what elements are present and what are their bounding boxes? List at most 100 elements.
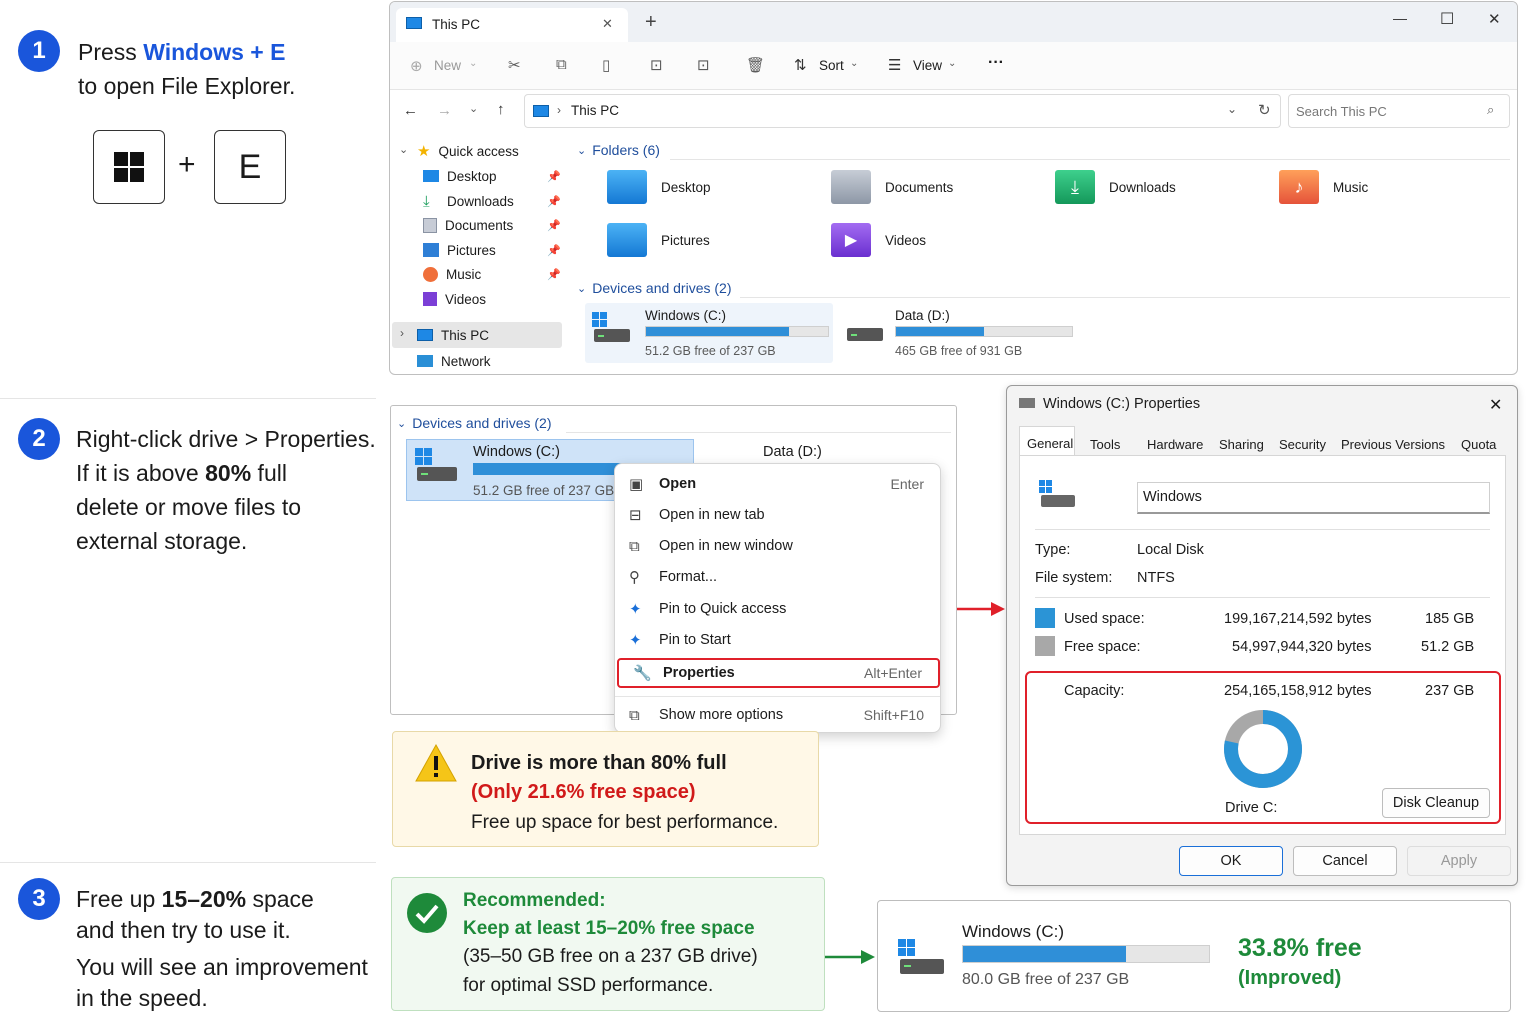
drive-c-icon <box>592 312 632 344</box>
rename-icon[interactable]: ⊡ <box>650 56 663 74</box>
nav-pictures-label: Pictures <box>447 242 496 258</box>
step-3-range: 15–20% <box>161 886 247 912</box>
address-bar[interactable]: › This PC ⌄ ↻ <box>524 94 1281 128</box>
nav-music-label: Music <box>446 266 482 282</box>
nav-desktop[interactable]: Desktop <box>423 165 497 187</box>
pin-icon[interactable]: 📌 <box>547 219 561 232</box>
share-icon[interactable]: ⊡ <box>697 56 710 74</box>
result-free: 80.0 GB free of 237 GB <box>962 971 1130 988</box>
back-arrow-icon[interactable]: ← <box>403 102 418 119</box>
tab-security[interactable]: Security <box>1279 437 1326 452</box>
tab-general[interactable]: General <box>1027 436 1073 451</box>
apply-button[interactable]: Apply <box>1407 846 1511 876</box>
devices-section-header[interactable]: ⌄ Devices and drives (2) <box>577 280 732 296</box>
drive-name-input[interactable]: Windows <box>1137 482 1490 514</box>
network-icon <box>417 355 433 367</box>
tab-this-pc[interactable]: This PC ✕ <box>396 8 628 42</box>
used-space-bytes: 199,167,214,592 bytes <box>1224 611 1372 627</box>
delete-icon[interactable]: 🗑 <box>746 56 765 74</box>
tab-previous-versions[interactable]: Previous Versions <box>1341 437 1445 452</box>
drive-label: Drive C: <box>1225 800 1278 816</box>
menu-item-open[interactable]: ▣ Open Enter <box>615 469 940 499</box>
folder-desktop[interactable]: Desktop <box>607 170 711 204</box>
search-input[interactable]: Search This PC ⌕ <box>1288 94 1510 128</box>
cut-icon[interactable]: ✂ <box>508 56 521 74</box>
menu-item-properties[interactable]: 🔧 Properties Alt+Enter <box>617 658 940 688</box>
recommendation-title: Recommended: <box>463 890 606 911</box>
nav-this-pc[interactable]: This PC <box>417 324 489 346</box>
drive-d-name[interactable]: Data (D:) <box>895 308 950 323</box>
nav-network[interactable]: Network <box>417 350 491 372</box>
forward-arrow-icon[interactable]: → <box>437 102 452 119</box>
view-icon: ☰ <box>888 57 902 74</box>
cancel-button[interactable]: Cancel <box>1293 846 1397 876</box>
nav-videos[interactable]: Videos <box>423 288 486 310</box>
music-icon <box>423 266 438 282</box>
devices-section-header[interactable]: ⌄ Devices and drives (2) <box>397 415 552 431</box>
folder-documents[interactable]: Documents <box>831 170 953 204</box>
tab-quota[interactable]: Quota <box>1461 437 1496 452</box>
tab-tools[interactable]: Tools <box>1090 437 1120 452</box>
menu-item-pin-start[interactable]: ✦ Pin to Start <box>615 625 940 655</box>
ok-button[interactable]: OK <box>1179 846 1283 876</box>
type-label: Type: <box>1035 542 1071 558</box>
menu-item-label: Format... <box>659 569 718 585</box>
sort-button[interactable]: Sort <box>819 58 844 73</box>
tab-hardware[interactable]: Hardware <box>1147 437 1203 452</box>
menu-item-open-new-tab[interactable]: ⊟ Open in new tab <box>615 500 940 530</box>
expand-chevron-icon[interactable]: ⌄ <box>399 143 408 156</box>
refresh-icon[interactable]: ↻ <box>1258 101 1271 119</box>
nav-downloads[interactable]: ⤓ Downloads <box>423 190 514 212</box>
disk-cleanup-button[interactable]: Disk Cleanup <box>1382 788 1490 818</box>
nav-music[interactable]: Music <box>423 263 481 285</box>
file-system-label: File system: <box>1035 570 1113 586</box>
folder-pictures[interactable]: Pictures <box>607 223 710 257</box>
recommendation-line1: Keep at least 15–20% free space <box>463 918 755 939</box>
step-1-prefix: Press <box>78 39 144 65</box>
pin-icon[interactable]: 📌 <box>547 170 561 183</box>
paste-icon[interactable]: ▯ <box>602 56 610 74</box>
new-tab-button[interactable]: + <box>645 11 657 34</box>
recent-chevron-icon[interactable]: ⌄ <box>469 102 478 115</box>
maximize-button[interactable]: ☐ <box>1440 9 1454 29</box>
arrow-to-result-icon <box>825 950 875 964</box>
menu-item-label: Pin to Quick access <box>659 601 787 617</box>
divider <box>670 159 1510 160</box>
pin-icon[interactable]: 📌 <box>547 268 561 281</box>
nav-desktop-label: Desktop <box>447 168 497 184</box>
pin-icon[interactable]: 📌 <box>547 195 561 208</box>
up-arrow-icon[interactable]: ↑ <box>497 101 505 118</box>
menu-item-show-more-options[interactable]: ⧉ Show more options Shift+F10 <box>615 700 940 730</box>
close-button[interactable]: ✕ <box>1488 10 1501 28</box>
chevron-down-icon[interactable]: ⌄ <box>1227 102 1237 116</box>
breadcrumb[interactable]: This PC <box>571 103 619 118</box>
warning-subtitle: (Only 21.6% free space) <box>471 781 696 803</box>
more-options-button[interactable]: ··· <box>988 54 1004 72</box>
pin-icon[interactable]: 📌 <box>547 244 561 257</box>
nav-quick-access[interactable]: ★ Quick access <box>417 140 519 162</box>
folder-music[interactable]: ♪ Music <box>1279 170 1368 204</box>
computer-icon <box>417 329 433 341</box>
tab-sharing[interactable]: Sharing <box>1219 437 1264 452</box>
menu-item-format[interactable]: ⚲ Format... <box>615 562 940 592</box>
drive-d-name[interactable]: Data (D:) <box>763 444 822 460</box>
folder-videos[interactable]: ▶ Videos <box>831 223 926 257</box>
menu-item-open-new-window[interactable]: ⧉ Open in new window <box>615 531 940 561</box>
tab-close-icon[interactable]: ✕ <box>602 16 613 32</box>
dialog-title: Windows (C:) Properties <box>1043 396 1201 412</box>
minimize-button[interactable]: — <box>1393 10 1407 26</box>
videos-folder-icon: ▶ <box>831 223 871 257</box>
expand-chevron-icon[interactable]: › <box>400 326 404 340</box>
nav-documents[interactable]: Documents <box>423 214 513 236</box>
drive-name-value: Windows <box>1143 489 1202 505</box>
folder-downloads[interactable]: ⤓ Downloads <box>1055 170 1176 204</box>
result-usage-fill <box>963 946 1126 962</box>
menu-item-pin-quick-access[interactable]: ✦ Pin to Quick access <box>615 594 940 624</box>
view-button[interactable]: View <box>913 58 942 73</box>
nav-pictures[interactable]: Pictures <box>423 239 496 261</box>
new-button[interactable]: New <box>434 58 461 73</box>
copy-icon[interactable]: ⧉ <box>556 56 567 73</box>
folders-section-header[interactable]: ⌄ Folders (6) <box>577 142 660 158</box>
dialog-close-button[interactable]: ✕ <box>1489 395 1502 415</box>
new-window-icon: ⧉ <box>629 537 640 555</box>
